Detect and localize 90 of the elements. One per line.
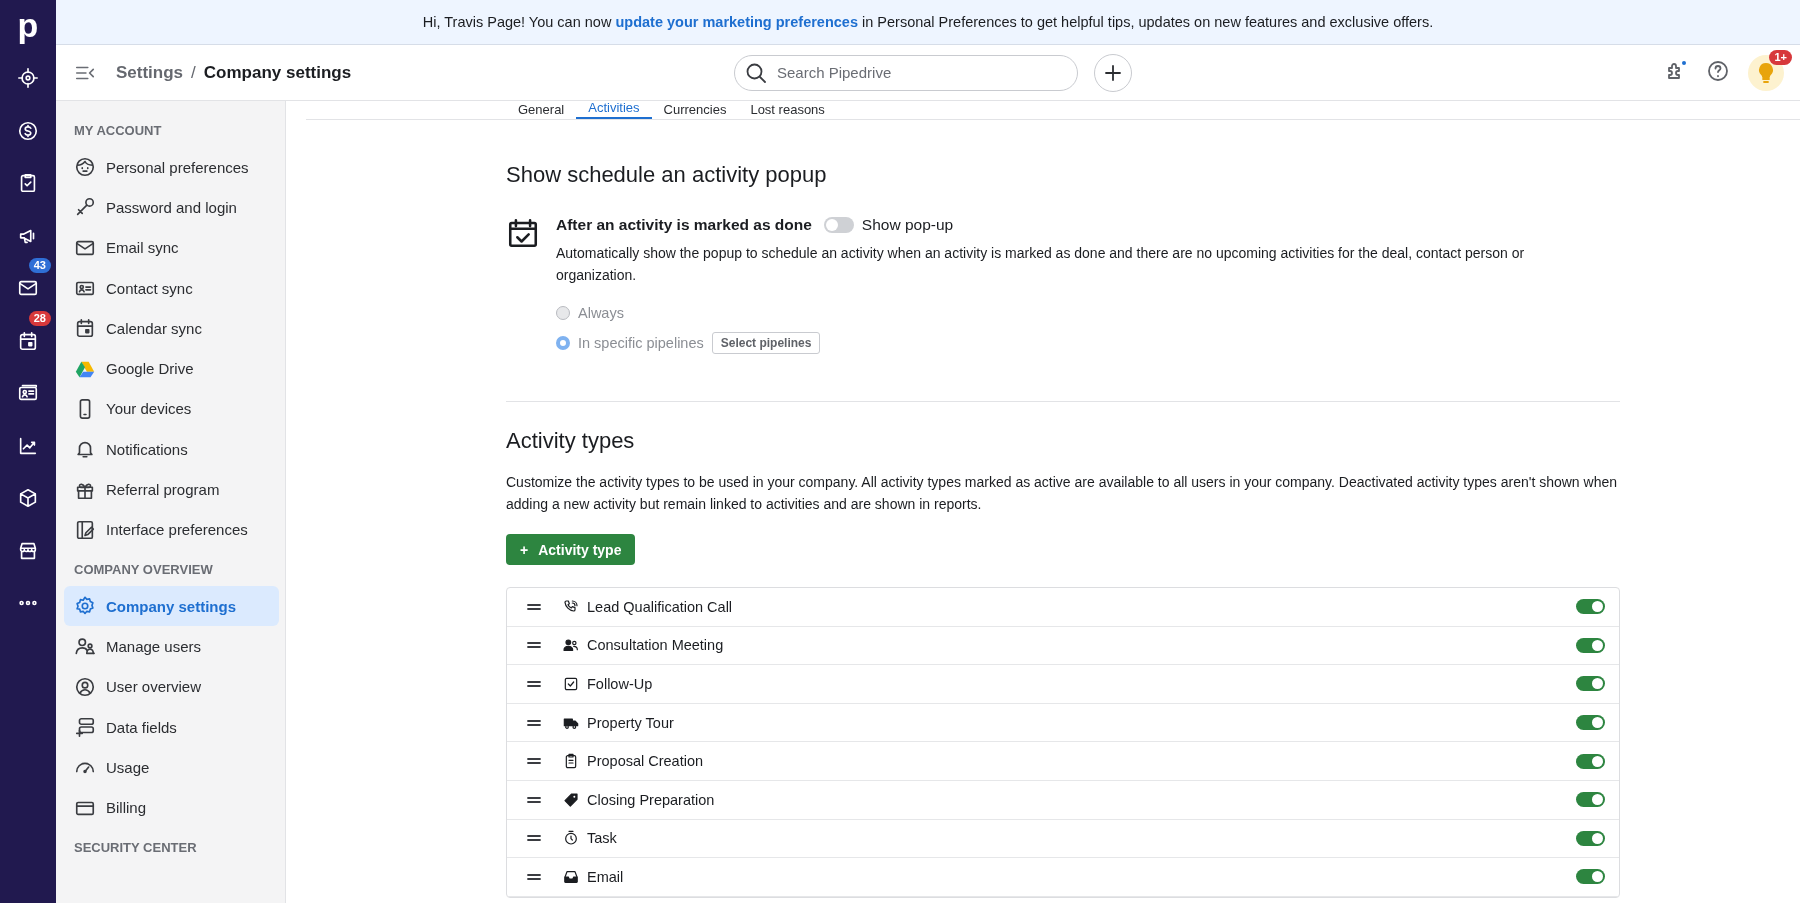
sidebar-item[interactable]: Usage (64, 747, 279, 788)
crosshair-nav-button[interactable] (15, 65, 41, 91)
section-title: Activity types (506, 428, 636, 454)
tab[interactable]: General (506, 103, 577, 119)
page-title: Company settings (203, 62, 352, 83)
phone-call-icon (563, 598, 579, 615)
toggle-switch[interactable] (1576, 676, 1605, 692)
tab[interactable]: Currencies (651, 103, 739, 119)
banner-message: Hi, Travis Page! You can now update your marketing preferences in Personal Preferences to get helpful tips, updates on new features and exclusive offers. (422, 14, 1434, 30)
breadcrumb-separator: / (191, 62, 196, 83)
breadcrumb-link[interactable]: Settings (116, 62, 184, 83)
dollar-icon (17, 119, 39, 142)
activity-type-name: Task (587, 830, 617, 847)
sidebar-item[interactable]: Notifications (64, 429, 279, 470)
drag-handle-icon (527, 601, 541, 612)
toggle-switch[interactable] (823, 217, 854, 233)
help-icon (1706, 58, 1730, 83)
calendar-check-icon (506, 216, 540, 250)
drag-handle-icon (527, 679, 541, 689)
sidebar-item[interactable]: Google Drive (64, 348, 279, 389)
section-heading: MY ACCOUNT (73, 122, 163, 140)
sidebar-item[interactable]: User overview (64, 666, 279, 707)
users-icon (563, 637, 579, 654)
crosshair-icon (17, 67, 39, 89)
sidebar-item[interactable]: Your devices (64, 388, 279, 430)
toggle-switch[interactable] (1576, 792, 1605, 808)
radio-button[interactable] (556, 336, 570, 350)
sidebar-item[interactable]: Contact sync (64, 267, 279, 309)
section-heading: COMPANY OVERVIEW (73, 560, 214, 579)
activity-type-name: Lead Qualification Call (587, 598, 733, 615)
drag-handle-icon (527, 794, 541, 805)
section-title: Show schedule an activity popup (506, 162, 828, 188)
add-button[interactable] (1094, 53, 1132, 92)
drag-handle-icon (527, 756, 541, 767)
sidebar-item[interactable]: Email sync (64, 227, 279, 268)
sidebar-item[interactable]: Password and login (64, 187, 279, 228)
toggle-switch[interactable] (1576, 869, 1605, 885)
sidebar-item[interactable]: Company settings (64, 585, 279, 627)
activity-type-name: Closing Preparation (587, 791, 715, 808)
radio-button[interactable] (556, 306, 570, 320)
activity-type-name: Consultation Meeting (587, 637, 724, 654)
clipboard-icon (563, 753, 579, 770)
toggle-switch[interactable] (1576, 715, 1605, 731)
box-icon (17, 487, 39, 509)
app-logo[interactable]: p (17, 8, 39, 42)
drag-handle-icon (527, 640, 541, 651)
toggle-label: Show pop-up (861, 216, 954, 234)
fields-icon (74, 716, 96, 738)
user-circle-icon (74, 675, 96, 698)
activity-type-name: Proposal Creation (587, 753, 704, 770)
select-pipelines-button[interactable]: Select pipelines (711, 332, 821, 354)
drag-handle-icon (527, 717, 541, 728)
activity-type-name: Email (587, 868, 624, 885)
checkbox-icon (563, 676, 579, 692)
calendar-icon (17, 329, 39, 352)
activity-type-name: Property Tour (587, 714, 674, 731)
setting-description: Automatically show the popup to schedule an activity when an activity is marked as done and there are no upcoming activities for the deal, contact person or organization. (556, 244, 1526, 285)
toggle-switch[interactable] (1576, 599, 1605, 615)
toggle-switch[interactable] (1576, 830, 1605, 846)
count-badge: 28 (28, 310, 51, 326)
setting-label: After an activity is marked as done (556, 216, 812, 234)
edit-panel-icon (74, 518, 96, 541)
sidebar-item[interactable]: Billing (64, 787, 279, 828)
section-description: Customize the activity types to be used in your company. All activity types marked as active are available to all users in your company. Deactivated activity types aren't shown when adding a new activity but remain linked to activities and are shown in reports. (506, 473, 1618, 514)
search-field[interactable]: Search Pipedrive (734, 54, 1078, 91)
sidebar-item[interactable]: Referral program (64, 469, 279, 510)
toggle-switch[interactable] (1576, 637, 1605, 653)
section-heading: SECURITY CENTER (73, 838, 198, 857)
toggle-switch[interactable] (1576, 753, 1605, 769)
add-activity-type-button[interactable]: + Activity type (506, 534, 636, 565)
calendar-icon (74, 317, 96, 340)
radio-label: In specific pipelines (578, 335, 704, 351)
sidebar-item[interactable]: Personal preferences (64, 147, 279, 188)
tab[interactable]: Activities (576, 101, 652, 119)
drag-handle-icon (527, 871, 541, 882)
count-badge: 1+ (1769, 49, 1792, 65)
sidebar-item[interactable]: Interface preferences (64, 509, 279, 550)
activity-type-name: Follow-Up (587, 676, 653, 692)
sidebar-item[interactable]: Manage users (64, 626, 279, 667)
tag-icon (563, 791, 579, 808)
count-badge: 43 (28, 258, 51, 273)
sidebar-item[interactable]: Data fields (64, 706, 279, 748)
radio-label: Always (578, 305, 624, 321)
tab[interactable]: Lost reasons (738, 103, 837, 119)
more-icon (17, 600, 39, 606)
face-icon (74, 156, 96, 179)
stopwatch-icon (563, 830, 579, 847)
sidebar-item[interactable]: Calendar sync (64, 308, 279, 349)
drag-handle-icon (527, 833, 541, 844)
inbox-icon (563, 868, 579, 885)
